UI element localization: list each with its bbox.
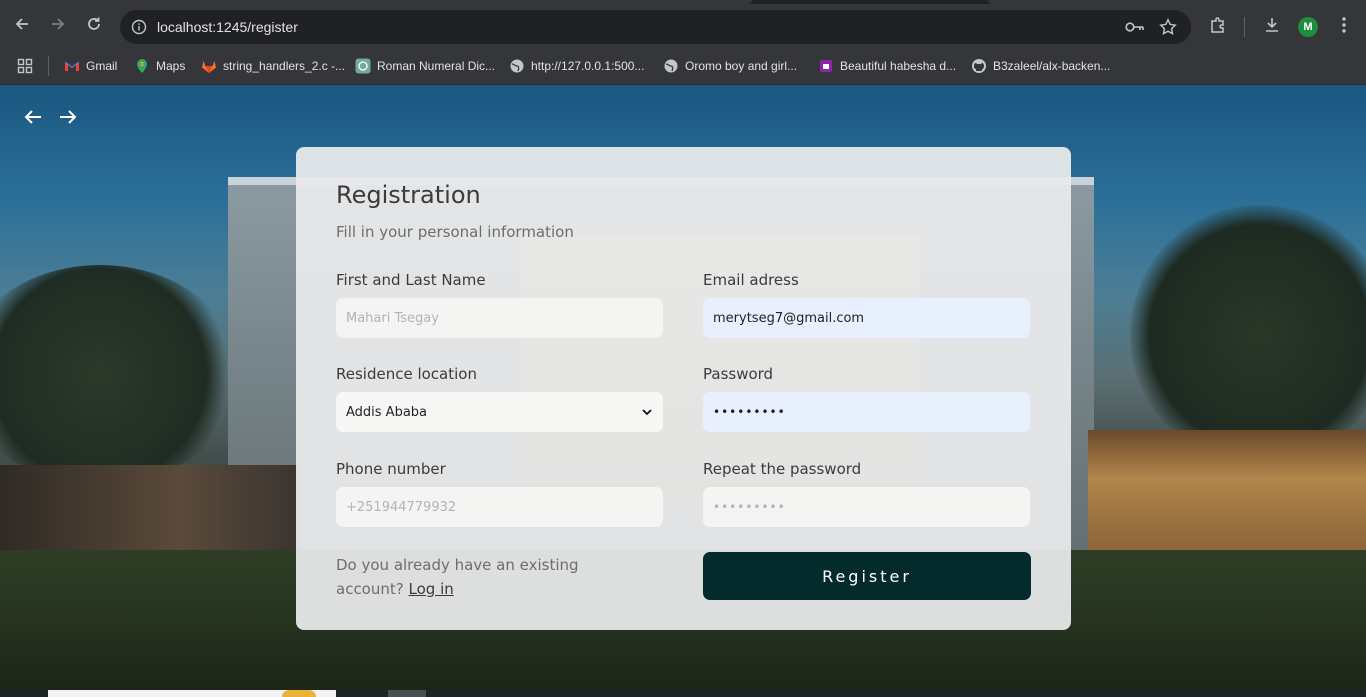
gmail-icon xyxy=(64,58,80,74)
bookmark-oromo[interactable]: Oromo boy and girl... xyxy=(663,56,797,76)
globe-icon xyxy=(509,58,525,74)
gitlab-icon xyxy=(201,58,217,74)
apps-grid-icon[interactable] xyxy=(17,56,33,76)
page-bottom-edge xyxy=(0,690,1366,697)
back-icon[interactable] xyxy=(10,12,34,36)
bookmark-gmail[interactable]: Gmail xyxy=(64,56,117,76)
chatgpt-icon xyxy=(355,58,371,74)
phone-label: Phone number xyxy=(336,460,446,478)
globe-icon xyxy=(663,58,679,74)
site-info-icon[interactable] xyxy=(128,16,150,38)
bookmark-string-handlers[interactable]: string_handlers_2.c -... xyxy=(201,56,345,76)
name-input[interactable]: Mahari Tsegay xyxy=(336,298,663,338)
login-prompt: Do you already have an existing account?… xyxy=(336,553,636,601)
register-button[interactable]: Register xyxy=(703,552,1031,600)
email-input[interactable]: merytseg7@gmail.com xyxy=(703,298,1030,338)
slider-next-arrow-icon[interactable] xyxy=(58,107,78,127)
download-icon[interactable] xyxy=(1261,14,1283,36)
location-selected-value: Addis Ababa xyxy=(346,404,428,420)
location-select[interactable]: Addis Ababa xyxy=(336,392,663,432)
login-prompt-text: Do you already have an existing account? xyxy=(336,556,579,598)
phone-placeholder: +251944779932 xyxy=(346,499,457,515)
purple-app-icon xyxy=(818,58,834,74)
repeat-password-placeholder: ••••••••• xyxy=(713,500,786,514)
password-key-icon[interactable] xyxy=(1125,17,1145,37)
bookmark-maps[interactable]: Maps xyxy=(134,56,185,76)
address-bar[interactable]: localhost:1245/register xyxy=(120,10,1191,44)
forward-icon[interactable] xyxy=(46,12,70,36)
bookmark-habesha[interactable]: Beautiful habesha d... xyxy=(818,56,956,76)
github-icon xyxy=(971,58,987,74)
phone-input[interactable]: +251944779932 xyxy=(336,487,663,527)
password-value: ••••••••• xyxy=(713,405,786,419)
location-label: Residence location xyxy=(336,365,477,383)
slider-prev-arrow-icon[interactable] xyxy=(23,107,43,127)
browser-toolbar: localhost:1245/register M xyxy=(0,0,1366,48)
extensions-icon[interactable] xyxy=(1207,14,1229,36)
bookmark-github[interactable]: B3zaleel/alx-backen... xyxy=(971,56,1110,76)
repeat-password-input[interactable]: ••••••••• xyxy=(703,487,1030,527)
email-value: merytseg7@gmail.com xyxy=(713,310,865,326)
chevron-down-icon xyxy=(641,406,653,418)
password-input[interactable]: ••••••••• xyxy=(703,392,1030,432)
bookmark-localhost[interactable]: http://127.0.0.1:500... xyxy=(509,56,644,76)
url-text[interactable]: localhost:1245/register xyxy=(157,19,298,35)
toolbar-divider xyxy=(1244,17,1245,37)
name-label: First and Last Name xyxy=(336,271,486,289)
profile-avatar[interactable]: M xyxy=(1298,17,1318,37)
repeat-password-label: Repeat the password xyxy=(703,460,862,478)
page-viewport: Registration Fill in your personal infor… xyxy=(0,85,1366,697)
bookmarks-bar: Gmail Maps string_handlers_2.c -... Roma… xyxy=(0,48,1366,85)
reload-icon[interactable] xyxy=(82,12,106,36)
email-label: Email adress xyxy=(703,271,799,289)
menu-kebab-icon[interactable] xyxy=(1333,14,1355,36)
password-label: Password xyxy=(703,365,774,383)
login-link[interactable]: Log in xyxy=(409,580,454,598)
maps-icon xyxy=(134,58,150,74)
name-placeholder: Mahari Tsegay xyxy=(346,310,439,326)
form-title: Registration xyxy=(336,181,481,209)
bookmark-star-icon[interactable] xyxy=(1158,17,1178,37)
form-subtitle: Fill in your personal information xyxy=(336,223,574,241)
bookmark-roman-numeral[interactable]: Roman Numeral Dic... xyxy=(355,56,495,76)
tab-strip xyxy=(0,0,1366,4)
bookmarks-divider xyxy=(48,56,49,76)
registration-card: Registration Fill in your personal infor… xyxy=(296,147,1071,630)
